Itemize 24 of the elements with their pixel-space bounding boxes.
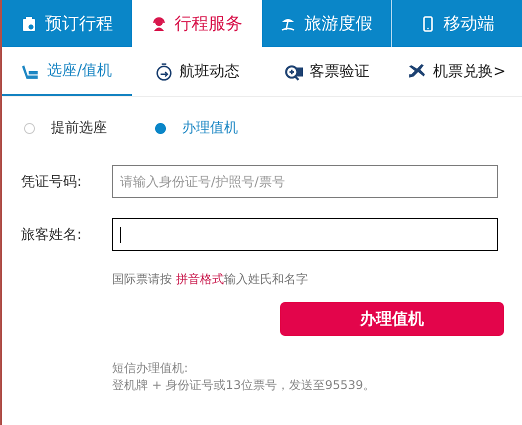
sub-tab[interactable]: 航班动态: [132, 47, 262, 96]
pinyin-link[interactable]: 拼音格式: [176, 272, 224, 286]
radio-option[interactable]: 办理值机: [155, 119, 238, 137]
input-field[interactable]: [112, 218, 498, 251]
field-label: 凭证号码:: [21, 172, 83, 190]
sub-tab[interactable]: 机票兑换>: [392, 47, 522, 96]
sub-tab[interactable]: 选座/值机: [2, 47, 132, 96]
headset-icon: [150, 16, 167, 32]
sms-text: 登机牌 + 身份证号或13位票号，发送至95539。: [112, 377, 376, 394]
field-label: 旅客姓名:: [21, 226, 83, 244]
magnifier-icon: [284, 62, 302, 80]
input-field[interactable]: 请输入身份证号/护照号/票号: [112, 165, 498, 198]
radio-option[interactable]: 提前选座: [24, 119, 107, 137]
check-in-button[interactable]: 办理值机: [280, 302, 504, 336]
clipboard-icon: [20, 16, 37, 32]
main-tab[interactable]: 预订行程: [2, 0, 132, 47]
sms-title: 短信办理值机:: [112, 360, 190, 377]
sub-tab[interactable]: 客票验证: [262, 47, 392, 96]
stopwatch-icon: [154, 62, 172, 80]
hint-text: 国际票请按 拼音格式输入姓氏和名字: [112, 271, 309, 288]
main-tab[interactable]: 旅游度假: [262, 0, 392, 47]
main-tab[interactable]: 移动端: [391, 0, 522, 47]
main-tab[interactable]: 行程服务: [132, 0, 262, 47]
plane-icon: [408, 62, 426, 80]
